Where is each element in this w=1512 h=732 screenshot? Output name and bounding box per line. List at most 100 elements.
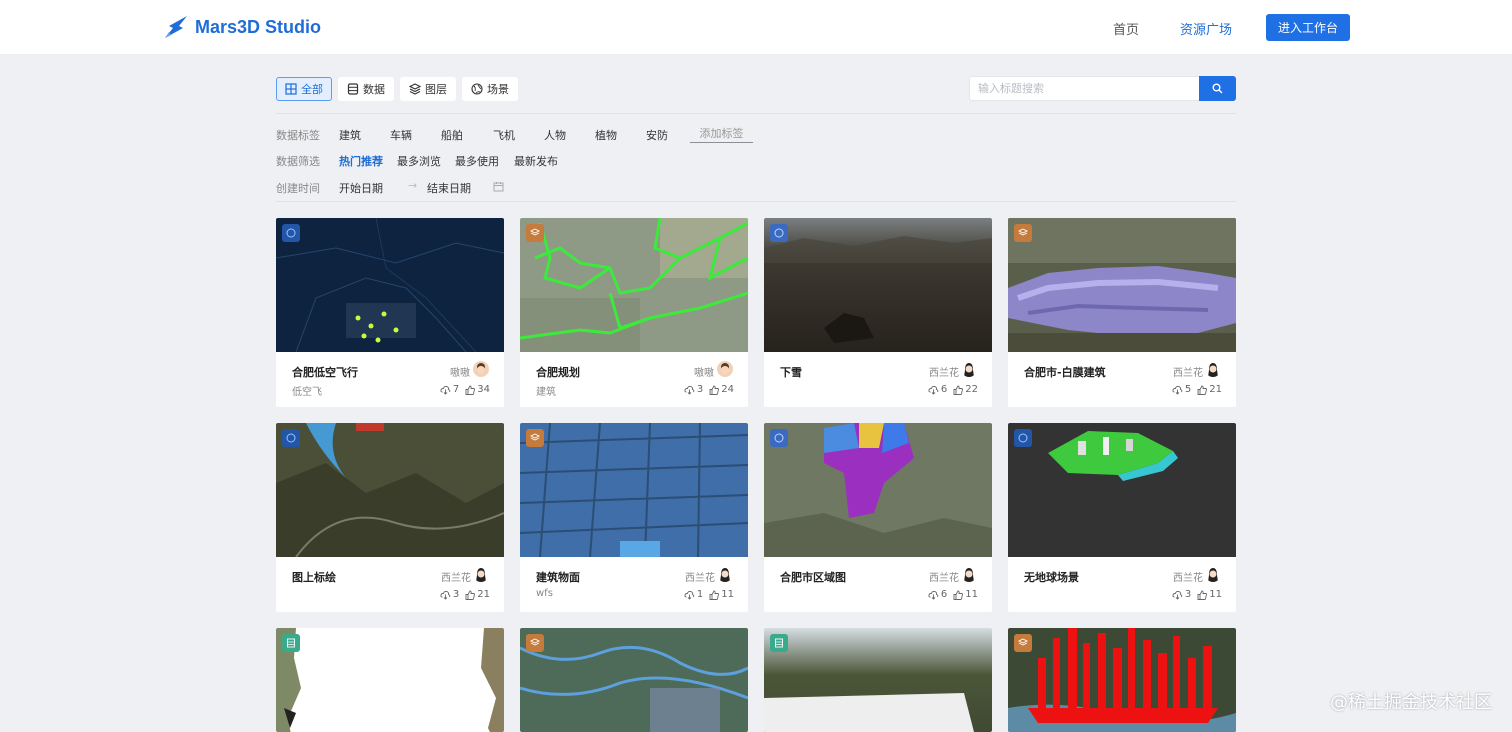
thumbs-up-icon[interactable] bbox=[953, 385, 964, 395]
resource-card[interactable]: 合肥规划 建筑 嗷嗷 3 24 bbox=[520, 218, 748, 407]
thumbs-up-icon[interactable] bbox=[709, 385, 720, 395]
card-title: 图上标绘 bbox=[292, 571, 336, 584]
card-stats: 6 22 bbox=[922, 384, 978, 395]
resource-card[interactable]: 建筑物面 wfs 西兰花 1 11 bbox=[520, 423, 748, 612]
nav-resource-square[interactable]: 资源广场 bbox=[1180, 19, 1232, 38]
card-author: 嗷嗷 bbox=[694, 368, 714, 379]
like-count: 34 bbox=[477, 384, 490, 395]
resource-card[interactable]: 合肥市区域图 西兰花 6 11 bbox=[764, 423, 992, 612]
globe-icon bbox=[770, 429, 788, 447]
avatar bbox=[717, 566, 733, 582]
tag-plant[interactable]: 植物 bbox=[595, 127, 617, 143]
tab-scenes[interactable]: 场景 bbox=[462, 77, 518, 101]
sort-most-viewed[interactable]: 最多浏览 bbox=[397, 153, 441, 169]
avatar bbox=[717, 361, 733, 377]
tab-all[interactable]: 全部 bbox=[276, 77, 332, 101]
watermark: @稀土掘金技术社区 bbox=[1330, 692, 1492, 713]
tag-person[interactable]: 人物 bbox=[544, 127, 566, 143]
resource-card[interactable]: 下雪 西兰花 6 22 bbox=[764, 218, 992, 407]
brand-name: Mars3D Studio bbox=[195, 16, 322, 37]
card-thumbnail bbox=[520, 423, 748, 557]
cloud-download-icon bbox=[684, 385, 695, 395]
resource-card[interactable]: 合肥低空飞行 低空飞 嗷嗷 7 34 bbox=[276, 218, 504, 407]
tag-building[interactable]: 建筑 bbox=[339, 127, 361, 143]
resource-card[interactable] bbox=[276, 628, 504, 732]
sort-hot[interactable]: 热门推荐 bbox=[339, 153, 383, 169]
card-title: 合肥市区域图 bbox=[780, 571, 846, 584]
thumbs-up-icon[interactable] bbox=[1197, 385, 1208, 395]
card-stats: 3 21 bbox=[434, 589, 490, 600]
resource-card[interactable]: 合肥市-白膜建筑 西兰花 5 21 bbox=[1008, 218, 1236, 407]
resource-card[interactable] bbox=[1008, 628, 1236, 732]
resource-card[interactable]: 图上标绘 西兰花 3 21 bbox=[276, 423, 504, 612]
layers-icon bbox=[409, 83, 421, 95]
card-stats: 1 11 bbox=[678, 589, 734, 600]
download-count: 7 bbox=[452, 384, 460, 395]
avatar bbox=[473, 361, 489, 377]
globe-icon bbox=[770, 224, 788, 242]
thumbs-up-icon[interactable] bbox=[1197, 590, 1208, 600]
layers-icon bbox=[526, 634, 544, 652]
divider bbox=[276, 113, 1236, 114]
download-count: 6 bbox=[940, 589, 948, 600]
card-title: 合肥市-白膜建筑 bbox=[1024, 366, 1106, 379]
brand-logo[interactable]: Mars3D Studio bbox=[163, 14, 321, 40]
sort-most-used[interactable]: 最多使用 bbox=[455, 153, 499, 169]
download-count: 1 bbox=[696, 589, 704, 600]
card-title: 无地球场景 bbox=[1024, 571, 1079, 584]
card-thumbnail bbox=[1008, 628, 1236, 732]
search-button[interactable] bbox=[1199, 76, 1236, 101]
date-label: 创建时间 bbox=[276, 182, 320, 195]
tab-all-label: 全部 bbox=[301, 83, 323, 96]
enter-workbench-button[interactable]: 进入工作台 bbox=[1266, 14, 1350, 41]
avatar bbox=[1205, 566, 1221, 582]
cloud-download-icon bbox=[928, 385, 939, 395]
resource-card[interactable] bbox=[520, 628, 748, 732]
tags-label: 数据标签 bbox=[276, 129, 320, 142]
end-date-input[interactable]: 结束日期 bbox=[427, 180, 471, 196]
calendar-icon[interactable] bbox=[493, 181, 504, 192]
tab-data[interactable]: 数据 bbox=[338, 77, 394, 101]
like-count: 11 bbox=[1209, 589, 1222, 600]
tag-vehicle[interactable]: 车辆 bbox=[390, 127, 412, 143]
tab-layers[interactable]: 图层 bbox=[400, 77, 456, 101]
thumbs-up-icon[interactable] bbox=[465, 590, 476, 600]
card-tag: wfs bbox=[536, 588, 553, 599]
database-icon bbox=[347, 83, 359, 95]
tag-security[interactable]: 安防 bbox=[646, 127, 668, 143]
tab-scenes-label: 场景 bbox=[487, 83, 509, 96]
layers-icon bbox=[1014, 634, 1032, 652]
cloud-download-icon bbox=[440, 590, 451, 600]
card-thumbnail bbox=[1008, 218, 1236, 352]
add-tag-input[interactable]: 添加标签 bbox=[690, 125, 753, 143]
card-thumbnail bbox=[764, 628, 992, 732]
cloud-download-icon bbox=[928, 590, 939, 600]
tag-plane[interactable]: 飞机 bbox=[493, 127, 515, 143]
download-count: 3 bbox=[1184, 589, 1192, 600]
card-title: 建筑物面 bbox=[536, 571, 580, 584]
avatar bbox=[961, 361, 977, 377]
globe-icon bbox=[282, 224, 300, 242]
resource-card[interactable]: 无地球场景 西兰花 3 11 bbox=[1008, 423, 1236, 612]
tag-ship[interactable]: 船舶 bbox=[441, 127, 463, 143]
like-count: 24 bbox=[721, 384, 734, 395]
avatar bbox=[473, 566, 489, 582]
resource-card[interactable] bbox=[764, 628, 992, 732]
search-input[interactable] bbox=[969, 76, 1200, 101]
card-stats: 7 34 bbox=[434, 384, 490, 395]
card-stats: 5 21 bbox=[1166, 384, 1222, 395]
card-thumbnail bbox=[276, 423, 504, 557]
card-author: 西兰花 bbox=[929, 368, 959, 379]
top-header: Mars3D Studio 首页 资源广场 进入工作台 bbox=[0, 0, 1512, 54]
nav-home[interactable]: 首页 bbox=[1113, 19, 1139, 38]
sort-newest[interactable]: 最新发布 bbox=[514, 153, 558, 169]
card-author: 西兰花 bbox=[685, 573, 715, 584]
thumbs-up-icon[interactable] bbox=[953, 590, 964, 600]
card-author: 西兰花 bbox=[441, 573, 471, 584]
card-author: 西兰花 bbox=[1173, 573, 1203, 584]
thumbs-up-icon[interactable] bbox=[465, 385, 476, 395]
rocket-logo-icon bbox=[165, 16, 187, 38]
start-date-input[interactable]: 开始日期 bbox=[339, 180, 383, 196]
card-thumbnail bbox=[1008, 423, 1236, 557]
thumbs-up-icon[interactable] bbox=[709, 590, 720, 600]
